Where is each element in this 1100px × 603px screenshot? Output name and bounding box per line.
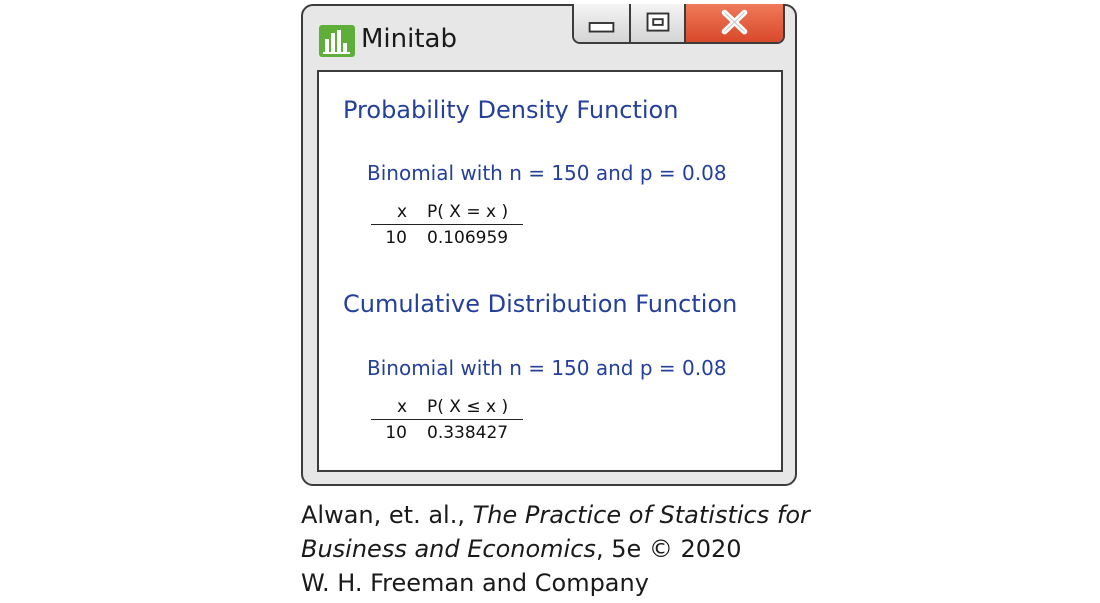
minitab-bar-chart-icon bbox=[319, 25, 355, 57]
caption-book-title-2: Business and Economics bbox=[301, 535, 596, 563]
caption-line-1: Alwan, et. al., The Practice of Statisti… bbox=[301, 498, 810, 532]
caption-edition: , 5e © 2020 bbox=[595, 535, 742, 563]
cdf-col-x: x bbox=[396, 397, 407, 417]
caption-authors: Alwan, et. al., bbox=[301, 501, 473, 529]
close-button[interactable] bbox=[686, 4, 783, 42]
pdf-col-p: P( X = x ) bbox=[427, 202, 509, 222]
cdf-table: x P( X ≤ x ) 10 0.338427 bbox=[371, 397, 523, 445]
pdf-heading: Probability Density Function bbox=[343, 96, 679, 124]
figure-caption: Alwan, et. al., The Practice of Statisti… bbox=[301, 498, 810, 600]
cdf-row-x: 10 bbox=[385, 423, 407, 443]
minitab-window: Minitab Probability Density Function Bin… bbox=[301, 4, 797, 486]
maximize-icon bbox=[646, 12, 670, 32]
cdf-table-header: x P( X ≤ x ) bbox=[371, 397, 523, 420]
caption-line-2: Business and Economics, 5e © 2020 bbox=[301, 532, 810, 566]
pdf-row-x: 10 bbox=[385, 228, 407, 248]
cdf-row-p: 0.338427 bbox=[427, 423, 509, 443]
window-title: Minitab bbox=[361, 24, 457, 54]
pdf-col-x: x bbox=[396, 202, 407, 222]
pdf-table: x P( X = x ) 10 0.106959 bbox=[371, 202, 523, 250]
pdf-row-p: 0.106959 bbox=[427, 228, 509, 248]
table-row: 10 0.338427 bbox=[371, 423, 523, 445]
maximize-button[interactable] bbox=[631, 4, 686, 42]
pdf-table-header: x P( X = x ) bbox=[371, 202, 523, 225]
cdf-subheading: Binomial with n = 150 and p = 0.08 bbox=[367, 356, 727, 380]
cdf-heading: Cumulative Distribution Function bbox=[343, 290, 738, 318]
pdf-subheading: Binomial with n = 150 and p = 0.08 bbox=[367, 161, 727, 185]
caption-line-3: W. H. Freeman and Company bbox=[301, 569, 649, 597]
close-icon bbox=[721, 9, 748, 35]
session-output-pane: Probability Density Function Binomial wi… bbox=[317, 70, 783, 472]
window-controls bbox=[572, 4, 785, 44]
cdf-col-p: P( X ≤ x ) bbox=[427, 397, 509, 417]
caption-book-title-1: The Practice of Statistics for bbox=[472, 501, 810, 529]
minimize-icon bbox=[588, 22, 615, 33]
title-bar[interactable]: Minitab bbox=[303, 4, 795, 70]
minimize-button[interactable] bbox=[574, 4, 631, 42]
table-row: 10 0.106959 bbox=[371, 228, 523, 250]
